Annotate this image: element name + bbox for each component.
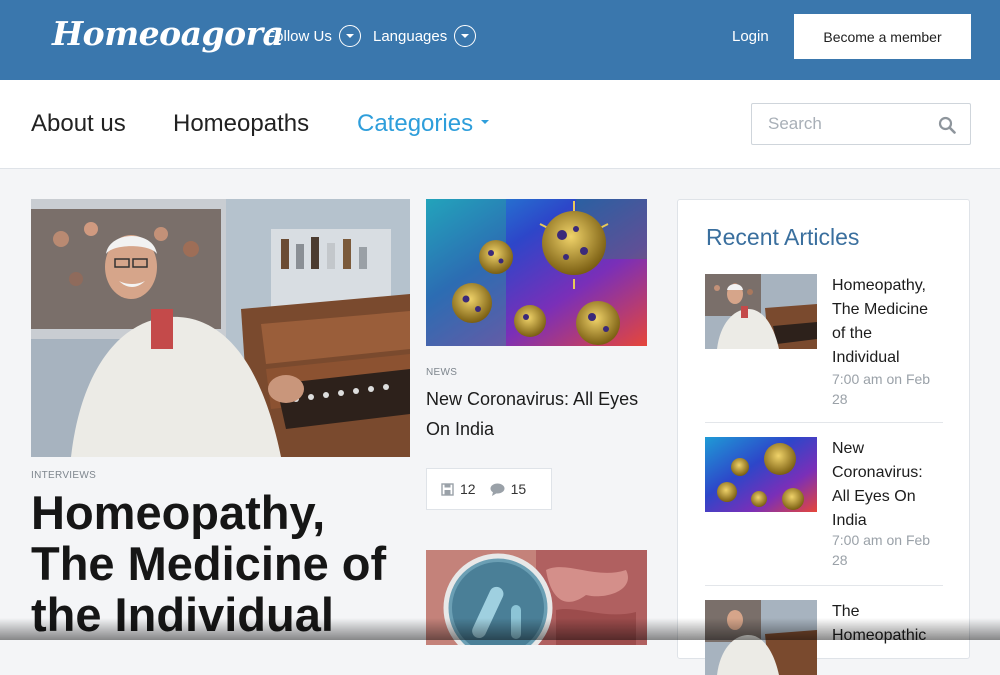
divider (705, 422, 943, 423)
homeopathy-thumb (705, 274, 817, 349)
divider (705, 585, 943, 586)
nav-categories-label: Categories (357, 110, 474, 137)
chevron-down-icon[interactable] (338, 25, 361, 47)
coronavirus-thumb (705, 437, 817, 512)
recent-article-title[interactable]: Homeopathy, The Medicine of the Individu… (832, 274, 944, 370)
recent-article-date: 7:00 am on Feb 28 (832, 371, 931, 407)
coronavirus-photo (426, 199, 647, 346)
languages-label: Languages (373, 27, 448, 45)
recent-article-item[interactable]: New Coronavirus: All Eyes On India 7:00 … (705, 437, 943, 582)
top-header: Homeoagora Follow Us Languages Login Bec… (0, 0, 1000, 80)
chevron-down-icon[interactable] (454, 25, 477, 47)
become-member-button[interactable]: Become a member (794, 14, 971, 59)
save-icon[interactable] (441, 482, 454, 496)
recent-article-item[interactable]: Homeopathy, The Medicine of the Individu… (705, 274, 943, 419)
search-box (751, 103, 971, 145)
search-input[interactable] (768, 112, 928, 136)
featured-category[interactable]: INTERVIEWS (31, 470, 96, 481)
languages-menu[interactable]: Languages (373, 25, 477, 47)
coronavirus-category[interactable]: NEWS (426, 367, 457, 378)
recent-articles-heading: Recent Articles (706, 224, 860, 250)
site-logo[interactable]: Homeoagora (52, 14, 284, 53)
recent-articles-panel: Recent Articles Homeopathy, The Medicine… (677, 199, 970, 675)
recent-article-date: 7:00 am on Feb 28 (832, 532, 931, 568)
nav-homeopaths[interactable]: Homeopaths (173, 110, 309, 138)
recent-article-thumb[interactable] (705, 437, 817, 512)
follow-us-label: Follow Us (266, 27, 332, 45)
nav-about-us[interactable]: About us (31, 110, 126, 138)
bottom-edge-shadow (0, 618, 1000, 640)
article-stats: 12 15 (426, 468, 552, 510)
nav-categories[interactable]: Categories (357, 110, 490, 138)
coronavirus-article-image[interactable] (426, 199, 647, 346)
comment-count: 15 (510, 481, 527, 497)
featured-article-image[interactable] (31, 199, 410, 457)
main-nav: About us Homeopaths Categories (0, 80, 1000, 169)
coronavirus-article-title[interactable]: New Coronavirus: All Eyes On India (426, 384, 656, 444)
recent-article-title[interactable]: New Coronavirus: All Eyes On India (832, 437, 944, 533)
login-link[interactable]: Login (732, 28, 769, 45)
save-count: 12 (460, 481, 476, 497)
featured-photo (31, 199, 410, 457)
recent-article-thumb[interactable] (705, 274, 817, 349)
follow-us-menu[interactable]: Follow Us (266, 25, 361, 47)
search-icon[interactable] (938, 116, 956, 134)
comment-icon[interactable] (490, 483, 505, 496)
caret-down-icon (481, 119, 490, 124)
